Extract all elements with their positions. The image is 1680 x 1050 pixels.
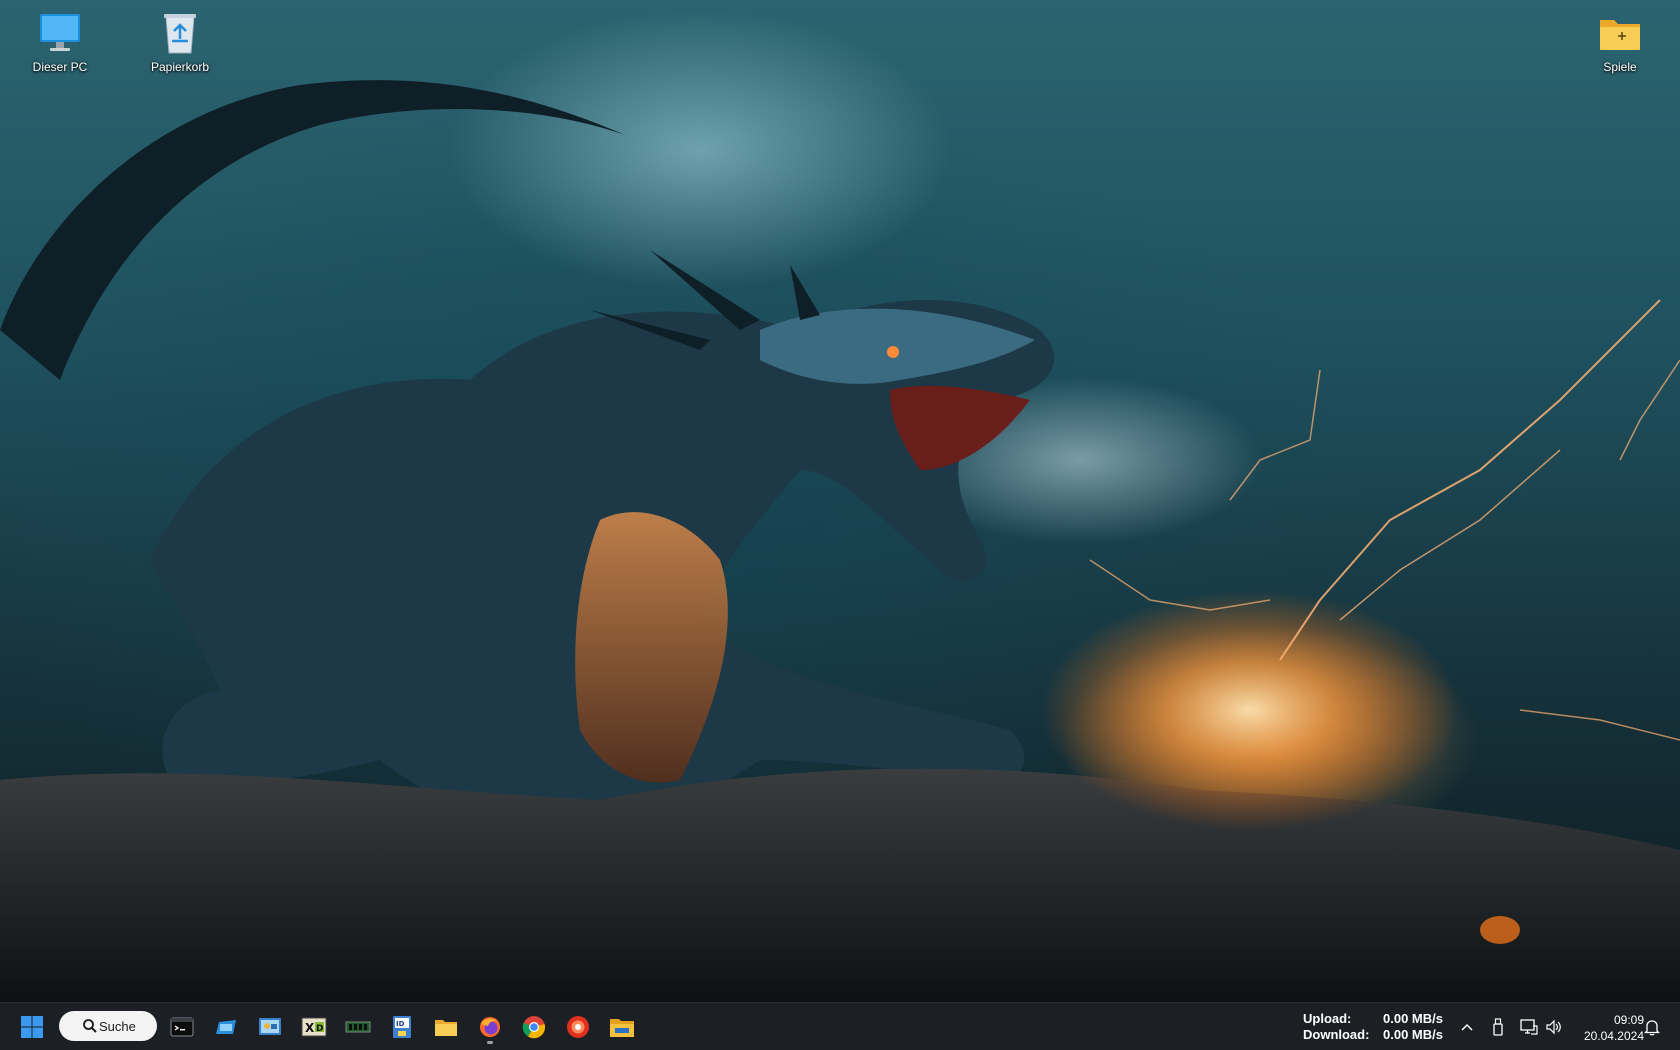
tray-usb-device[interactable] <box>1488 1017 1508 1037</box>
svg-text:X: X <box>305 1021 315 1035</box>
clock-time: 09:09 <box>1613 1013 1644 1027</box>
desktop-icon-label: Spiele <box>1603 60 1637 74</box>
network-icon <box>1520 1019 1538 1035</box>
desktop-icon-this-pc[interactable]: Dieser PC <box>12 10 108 74</box>
active-indicator <box>487 1041 493 1044</box>
start-windows-icon <box>21 1016 43 1038</box>
taskbar-folder-app[interactable] <box>604 1009 640 1045</box>
usb-device-icon <box>1493 1018 1503 1036</box>
desktop-icon-spiele-folder[interactable]: Spiele <box>1572 10 1668 74</box>
taskbar-window-app[interactable] <box>208 1009 244 1045</box>
taskbar-id-app[interactable]: ID <box>384 1009 420 1045</box>
upload-value: 0.00 MB/s <box>1383 1011 1443 1026</box>
taskbar-memory-app[interactable] <box>340 1009 376 1045</box>
desktop-icon-label: Papierkorb <box>150 60 210 74</box>
notification-bell-icon <box>1644 1020 1660 1036</box>
taskbar-red-app[interactable] <box>560 1009 596 1045</box>
network-speed-monitor[interactable]: Upload: 0.00 MB/s Download: 0.00 MB/s <box>1303 1011 1443 1043</box>
file-explorer-folder-icon <box>435 1020 457 1036</box>
svg-text:D: D <box>316 1024 323 1034</box>
id-card-app-icon: ID <box>393 1016 411 1038</box>
red-app-icon <box>567 1016 589 1038</box>
taskbar-terminal[interactable] <box>164 1009 200 1045</box>
recycle-bin-icon <box>157 10 203 56</box>
upload-label: Upload: <box>1303 1011 1352 1026</box>
taskbar-xd-app[interactable]: X D <box>296 1009 332 1045</box>
memory-chip-icon <box>345 1021 371 1033</box>
search-label: Suche <box>99 1018 136 1034</box>
chevron-up-icon <box>1461 1023 1473 1031</box>
volume-icon <box>1546 1019 1561 1035</box>
start-button[interactable] <box>14 1009 50 1045</box>
desktop-icon-label: Dieser PC <box>32 60 88 74</box>
download-value: 0.00 MB/s <box>1383 1027 1443 1042</box>
taskbar: Suche X D ID Upload: 0.00 MB/s Download:… <box>0 1002 1680 1050</box>
taskbar-control-panel[interactable] <box>252 1009 288 1045</box>
notification-button[interactable] <box>1642 1017 1662 1037</box>
clock[interactable]: 09:09 20.04.2024 <box>1572 1012 1644 1044</box>
xd-app-icon: X D <box>301 1017 327 1037</box>
this-pc-monitor-icon <box>37 10 83 56</box>
control-panel-icon <box>259 1018 281 1035</box>
window-app-icon <box>216 1020 236 1034</box>
firefox-icon <box>480 1017 500 1037</box>
tray-volume[interactable] <box>1544 1017 1564 1037</box>
terminal-icon <box>170 1017 194 1037</box>
desktop: Dieser PC Papierkorb Spiele Suche X D ID… <box>0 0 1680 1050</box>
chrome-icon <box>522 1016 546 1039</box>
wallpaper-dragon-image <box>0 80 1680 1002</box>
folder-icon <box>1597 10 1643 56</box>
tray-network[interactable] <box>1519 1017 1539 1037</box>
search-icon <box>83 1019 97 1033</box>
taskbar-firefox[interactable] <box>472 1009 508 1045</box>
folder-app-icon <box>610 1019 634 1037</box>
desktop-icon-recycle-bin[interactable]: Papierkorb <box>132 10 228 74</box>
download-label: Download: <box>1303 1027 1370 1042</box>
search-box[interactable]: Suche <box>59 1011 157 1041</box>
taskbar-file-explorer[interactable] <box>428 1009 464 1045</box>
clock-date: 20.04.2024 <box>1583 1029 1644 1043</box>
taskbar-chrome[interactable] <box>516 1009 552 1045</box>
svg-text:ID: ID <box>396 1020 405 1028</box>
show-hidden-icons-button[interactable] <box>1457 1017 1477 1037</box>
